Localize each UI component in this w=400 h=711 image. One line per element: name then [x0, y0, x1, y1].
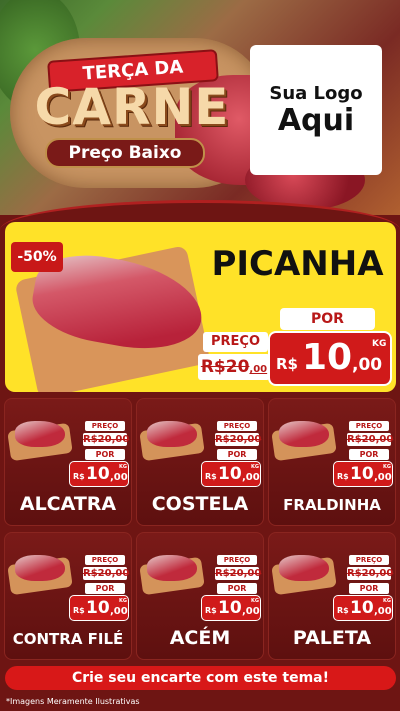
discount-badge: -50%	[11, 242, 63, 272]
new-price-badge: R$ 10 ,00 KG	[268, 331, 392, 386]
featured-product-card[interactable]: -50% PICANHA PREÇO R$20,00 POR R$ 10 ,00…	[5, 222, 396, 392]
price-integer: 10	[86, 598, 110, 618]
old-price-label: PREÇO	[217, 421, 257, 431]
old-price-int: R$20	[200, 357, 250, 377]
price-unit: KG	[119, 464, 127, 470]
price-integer: 10	[350, 598, 374, 618]
headline-title: CARNE	[34, 78, 230, 136]
currency-symbol: R$	[337, 472, 349, 481]
price-integer: 10	[218, 464, 242, 484]
product-image	[147, 421, 197, 447]
price-unit: KG	[383, 598, 391, 604]
product-name: CONTRA FILÉ	[12, 630, 124, 648]
product-card-fraldinha[interactable]: PREÇO R$20,00 POR R$ 10 ,00 KG FRALDINHA	[268, 398, 396, 526]
currency-symbol: R$	[205, 606, 217, 615]
new-price-badge: R$ 10 ,00 KG	[201, 595, 261, 621]
old-price-label: PREÇO	[217, 555, 257, 565]
old-price: R$20,00	[215, 433, 262, 446]
currency-symbol: R$	[337, 606, 349, 615]
new-price-label: POR	[280, 308, 375, 330]
price-integer: 10	[86, 464, 110, 484]
old-price: R$20,00	[347, 433, 394, 446]
old-price: R$20,00	[83, 433, 130, 446]
product-card-paleta[interactable]: PREÇO R$20,00 POR R$ 10 ,00 KG PALETA	[268, 532, 396, 660]
price-decimal: ,00	[242, 472, 260, 483]
new-price-label: POR	[217, 449, 257, 460]
cta-button[interactable]: Crie seu encarte com este tema!	[5, 666, 396, 690]
price-decimal: ,00	[374, 472, 392, 483]
price-unit: KG	[251, 598, 259, 604]
old-price-dec: ,00	[249, 364, 268, 375]
price-integer: 10	[218, 598, 242, 618]
new-price-label: POR	[217, 583, 257, 594]
product-card-alcatra[interactable]: PREÇO R$20,00 POR R$ 10 ,00 KG ALCATRA	[4, 398, 132, 526]
price-unit: KG	[251, 464, 259, 470]
currency-symbol: R$	[205, 472, 217, 481]
header-banner: TERÇA DA CARNE Preço Baixo Sua Logo Aqui	[0, 0, 400, 215]
price-unit: KG	[372, 339, 387, 349]
price-unit: KG	[383, 464, 391, 470]
old-price: R$20,00	[198, 354, 270, 380]
product-image	[147, 555, 197, 581]
price-decimal: ,00	[110, 472, 128, 483]
currency-symbol: R$	[73, 606, 85, 615]
currency-symbol: R$	[276, 355, 298, 373]
new-price-badge: R$ 10 ,00 KG	[333, 595, 393, 621]
old-price-label: PREÇO	[85, 555, 125, 565]
product-grid: PREÇO R$20,00 POR R$ 10 ,00 KG ALCATRA P…	[4, 398, 396, 660]
featured-product-name: PICANHA	[211, 244, 384, 284]
price-decimal: ,00	[110, 606, 128, 617]
price-integer: 10	[350, 464, 374, 484]
new-price-badge: R$ 10 ,00 KG	[333, 461, 393, 487]
new-price-label: POR	[85, 583, 125, 594]
logo-text-line1: Sua Logo	[269, 82, 363, 104]
price-decimal: ,00	[352, 355, 383, 375]
headline-subtitle: Preço Baixo	[45, 138, 205, 168]
old-price: R$20,00	[83, 567, 130, 580]
new-price-label: POR	[349, 583, 389, 594]
product-name: ALCATRA	[19, 493, 117, 515]
new-price-label: POR	[85, 449, 125, 460]
new-price-badge: R$ 10 ,00 KG	[69, 595, 129, 621]
product-image	[15, 421, 65, 447]
product-card-contra-file[interactable]: PREÇO R$20,00 POR R$ 10 ,00 KG CONTRA FI…	[4, 532, 132, 660]
currency-symbol: R$	[73, 472, 85, 481]
old-price-label: PREÇO	[349, 555, 389, 565]
product-name: COSTELA	[151, 493, 249, 515]
product-name: FRALDINHA	[283, 496, 381, 514]
product-image	[15, 555, 65, 581]
old-price-label: PREÇO	[349, 421, 389, 431]
old-price-label: PREÇO	[203, 332, 268, 352]
old-price: R$20,00	[215, 567, 262, 580]
old-price-label: PREÇO	[85, 421, 125, 431]
new-price-badge: R$ 10 ,00 KG	[201, 461, 261, 487]
disclaimer-text: *Imagens Meramente Ilustrativas	[6, 697, 140, 706]
logo-placeholder[interactable]: Sua Logo Aqui	[250, 45, 382, 175]
new-price-badge: R$ 10 ,00 KG	[69, 461, 129, 487]
old-price: R$20,00	[347, 567, 394, 580]
price-decimal: ,00	[242, 606, 260, 617]
price-unit: KG	[119, 598, 127, 604]
price-decimal: ,00	[374, 606, 392, 617]
product-image	[279, 421, 329, 447]
product-name: ACÉM	[169, 627, 231, 649]
price-integer: 10	[302, 337, 353, 378]
product-card-costela[interactable]: PREÇO R$20,00 POR R$ 10 ,00 KG COSTELA	[136, 398, 264, 526]
new-price-label: POR	[349, 449, 389, 460]
product-image	[279, 555, 329, 581]
logo-text-line2: Aqui	[277, 102, 355, 138]
product-name: PALETA	[292, 627, 372, 649]
product-card-acem[interactable]: PREÇO R$20,00 POR R$ 10 ,00 KG ACÉM	[136, 532, 264, 660]
